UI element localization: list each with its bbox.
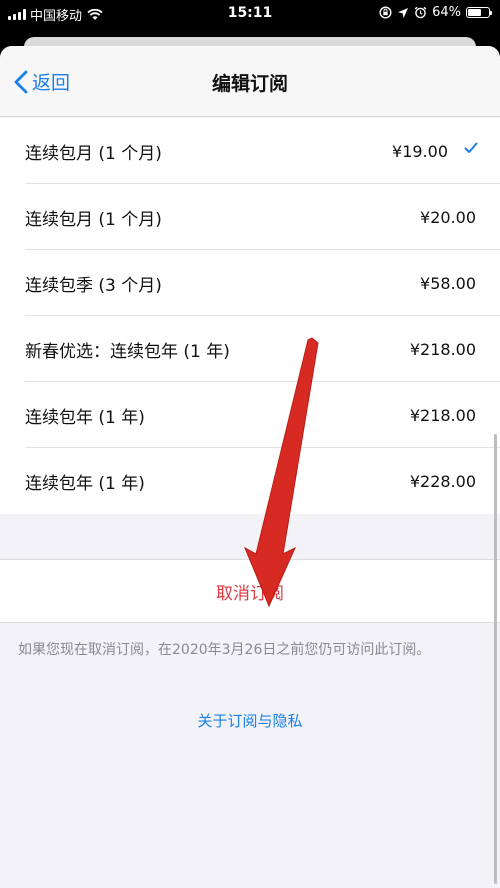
checkmark-icon xyxy=(464,142,478,153)
status-bar: 中国移动 15:11 64% xyxy=(0,0,500,28)
plan-list: 连续包月 (1 个月) ¥19.00 连续包月 (1 个月) ¥20.00 连续… xyxy=(0,118,500,514)
plan-price: ¥58.00 xyxy=(420,273,476,293)
cancel-subscription-button[interactable]: 取消订阅 xyxy=(0,559,500,623)
page-title: 编辑订阅 xyxy=(211,73,288,95)
cancel-subscription-label: 取消订阅 xyxy=(216,583,284,604)
plan-name: 连续包年 (1 年) xyxy=(25,407,145,428)
plan-row[interactable]: 新春优选：连续包年 (1 年) ¥218.00 xyxy=(0,316,500,382)
plan-name: 连续包季 (3 个月) xyxy=(25,275,162,296)
cancel-footnote: 如果您现在取消订阅，在2020年3月26日之前您仍可访问此订阅。 xyxy=(18,642,431,658)
battery-level-fill xyxy=(468,9,481,16)
battery-icon xyxy=(466,7,492,18)
plan-price: ¥218.00 xyxy=(409,405,476,425)
plan-row[interactable]: 连续包月 (1 个月) ¥19.00 xyxy=(0,118,500,184)
alarm-icon xyxy=(414,6,427,19)
status-right: 64% xyxy=(379,5,492,20)
privacy-link[interactable]: 关于订阅与隐私 xyxy=(0,710,500,731)
battery-percentage: 64% xyxy=(432,5,461,20)
subscription-sheet: 返回 编辑订阅 连续包月 (1 个月) ¥19.00 连续包月 (1 个月) ¥… xyxy=(0,46,500,888)
navigation-bar: 返回 编辑订阅 xyxy=(0,46,500,117)
plan-name: 连续包月 (1 个月) xyxy=(25,209,162,230)
location-icon xyxy=(398,7,409,18)
plan-name: 连续包年 (1 年) xyxy=(25,473,145,494)
plan-price: ¥19.00 xyxy=(392,141,448,161)
plan-price: ¥20.00 xyxy=(420,207,476,227)
plan-name: 连续包月 (1 个月) xyxy=(25,143,162,164)
plan-row[interactable]: 连续包年 (1 年) ¥218.00 xyxy=(0,382,500,448)
scrollbar[interactable] xyxy=(494,434,497,884)
plan-row[interactable]: 连续包月 (1 个月) ¥20.00 xyxy=(0,184,500,250)
plan-price: ¥218.00 xyxy=(409,339,476,359)
plan-row[interactable]: 连续包季 (3 个月) ¥58.00 xyxy=(0,250,500,316)
plan-name: 新春优选：连续包年 (1 年) xyxy=(25,341,230,362)
plan-price: ¥228.00 xyxy=(409,471,476,491)
plan-row[interactable]: 连续包年 (1 年) ¥228.00 xyxy=(0,448,500,514)
orientation-lock-icon xyxy=(379,6,392,19)
